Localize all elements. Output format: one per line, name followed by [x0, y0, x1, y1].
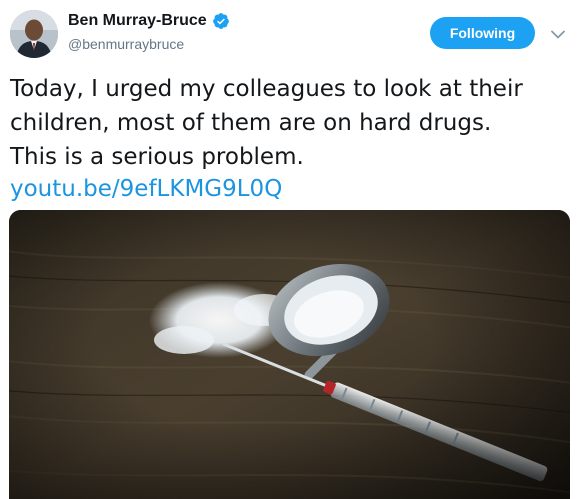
display-name[interactable]: Ben Murray-Bruce	[68, 11, 207, 31]
tweet-text-line: children, most of them are on hard drugs…	[10, 110, 492, 136]
user-handle[interactable]: @benmurraybruce	[68, 35, 184, 53]
profile-photo-icon	[10, 10, 58, 58]
spoon-powder-syringe-photo-icon	[9, 210, 570, 499]
tweet-text-line: This is a serious problem.	[10, 144, 304, 170]
name-row: Ben Murray-Bruce	[68, 11, 230, 31]
tweet-header: Ben Murray-Bruce @benmurraybruce Followi…	[0, 0, 577, 70]
tweet-link[interactable]: youtu.be/9efLKMG9L0Q	[10, 174, 282, 204]
tweet-menu-button[interactable]	[549, 26, 567, 42]
tweet-text: Today, I urged my colleagues to look at …	[10, 72, 570, 174]
following-button[interactable]: Following	[430, 17, 535, 49]
tweet-media-photo[interactable]	[9, 210, 570, 499]
verified-badge-icon	[212, 12, 230, 30]
avatar[interactable]	[10, 10, 58, 58]
tweet-text-line: Today, I urged my colleagues to look at …	[10, 76, 523, 102]
chevron-down-icon	[551, 30, 565, 38]
